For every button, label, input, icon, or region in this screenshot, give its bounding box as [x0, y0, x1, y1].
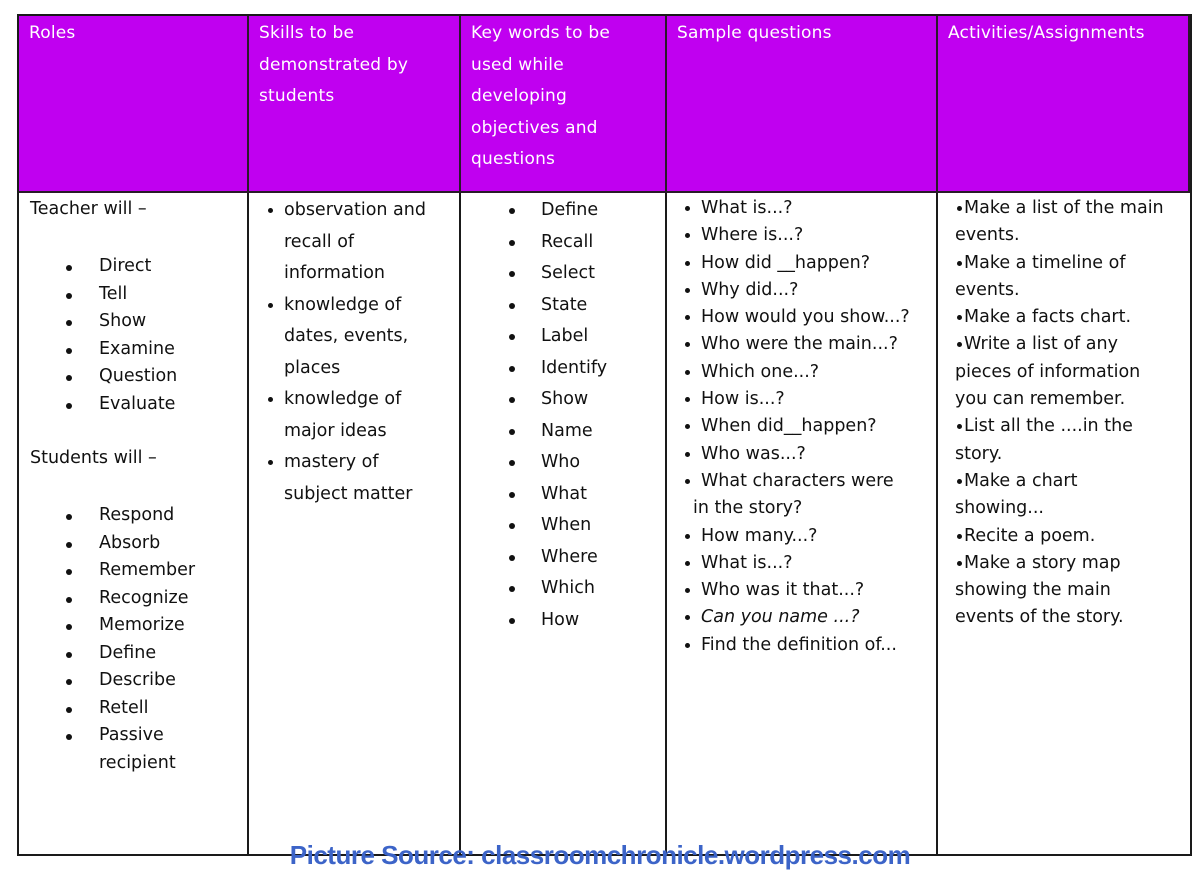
list-item: Question — [19, 363, 247, 391]
list-item: Make a facts chart. — [955, 304, 1170, 331]
list-item: Which — [461, 573, 665, 605]
list-item: observation and recall of information — [266, 195, 444, 290]
header-activities: Activities/Assignments — [938, 16, 1190, 193]
list-item: What — [461, 479, 665, 511]
activities-list: Make a list of the main events. Make a t… — [938, 195, 1190, 632]
list-item: When did__happen? — [684, 413, 936, 440]
list-item: When — [461, 510, 665, 542]
list-item: What is...? — [684, 195, 936, 222]
questions-cell: What is...? Where is...? How did __happe… — [667, 193, 938, 854]
list-item: Show — [19, 308, 247, 336]
list-item: Where is...? — [684, 222, 936, 249]
list-item: Define — [461, 195, 665, 227]
list-item: Absorb — [19, 530, 247, 558]
list-item: Find the definition of... — [684, 632, 936, 659]
blooms-knowledge-table: Roles Skills to be demonstrated by stude… — [17, 14, 1192, 856]
list-item: Examine — [19, 336, 247, 364]
list-item-continuation: in the story? — [693, 498, 803, 519]
list-item: Who was it that...? — [684, 577, 936, 604]
roles-cell: Teacher will – Direct Tell Show Examine … — [19, 193, 249, 854]
skills-cell: observation and recall of information kn… — [249, 193, 461, 854]
list-item: Retell — [19, 695, 247, 723]
students-list: Respond Absorb Remember Recognize Memori… — [19, 502, 247, 777]
list-item: Which one...? — [684, 359, 936, 386]
questions-list: What is...? Where is...? How did __happe… — [667, 195, 936, 659]
list-item: Memorize — [19, 612, 247, 640]
list-item: Respond — [19, 502, 247, 530]
list-item: Make a timeline of events. — [955, 250, 1170, 305]
keywords-list: Define Recall Select State Label Identif… — [461, 195, 665, 636]
students-heading: Students will – — [30, 448, 157, 468]
list-item: Remember — [19, 557, 247, 585]
list-item: Can you name ...? — [684, 604, 936, 631]
header-roles: Roles — [19, 16, 249, 193]
list-item: Who was...? — [684, 441, 936, 468]
list-item: Make a chart showing... — [955, 468, 1170, 523]
activities-cell: Make a list of the main events. Make a t… — [938, 193, 1190, 854]
list-item: State — [461, 290, 665, 322]
list-item: Recite a poem. — [955, 523, 1170, 550]
list-item: knowledge of major ideas — [266, 384, 444, 447]
list-item: mastery of subject matter — [266, 447, 444, 510]
list-item: What is...? — [684, 550, 936, 577]
list-item: How would you show...? — [684, 304, 936, 331]
list-item: Name — [461, 416, 665, 448]
list-item: Make a story map showing the main events… — [955, 550, 1170, 632]
list-item: Direct — [19, 253, 247, 281]
list-item: Select — [461, 258, 665, 290]
list-item: Define — [19, 640, 247, 668]
list-item: Recall — [461, 227, 665, 259]
list-item: How many...? — [684, 523, 936, 550]
list-item: What characters were in the story? — [684, 468, 936, 523]
header-sample-questions: Sample questions — [667, 16, 938, 193]
skills-list: observation and recall of information kn… — [249, 195, 459, 510]
list-item: Recognize — [19, 585, 247, 613]
list-item: Evaluate — [19, 391, 247, 419]
teacher-list: Direct Tell Show Examine Question Evalua… — [19, 253, 247, 418]
keywords-cell: Define Recall Select State Label Identif… — [461, 193, 667, 854]
list-item: How is...? — [684, 386, 936, 413]
list-item: Who — [461, 447, 665, 479]
teacher-heading: Teacher will – — [30, 199, 147, 219]
list-item: Show — [461, 384, 665, 416]
list-item: Identify — [461, 353, 665, 385]
header-key-words: Key words to be used while developing ob… — [461, 16, 667, 193]
list-item: How — [461, 605, 665, 637]
list-item-text: What characters were — [701, 470, 894, 491]
list-item: Tell — [19, 281, 247, 309]
list-item: Write a list of any pieces of informatio… — [955, 331, 1170, 413]
picture-source-watermark: Picture Source: classroomchronicle.wordp… — [289, 840, 911, 870]
list-item: Where — [461, 542, 665, 574]
list-item: knowledge of dates, events, places — [266, 290, 444, 385]
header-skills: Skills to be demonstrated by students — [249, 16, 461, 193]
list-item: List all the ....in the story. — [955, 413, 1170, 468]
list-item: Label — [461, 321, 665, 353]
list-item: Describe — [19, 667, 247, 695]
list-item: Why did...? — [684, 277, 936, 304]
list-item: How did __happen? — [684, 250, 936, 277]
list-item: Who were the main...? — [684, 331, 936, 358]
list-item: Passive recipient — [19, 722, 199, 777]
list-item: Make a list of the main events. — [955, 195, 1170, 250]
